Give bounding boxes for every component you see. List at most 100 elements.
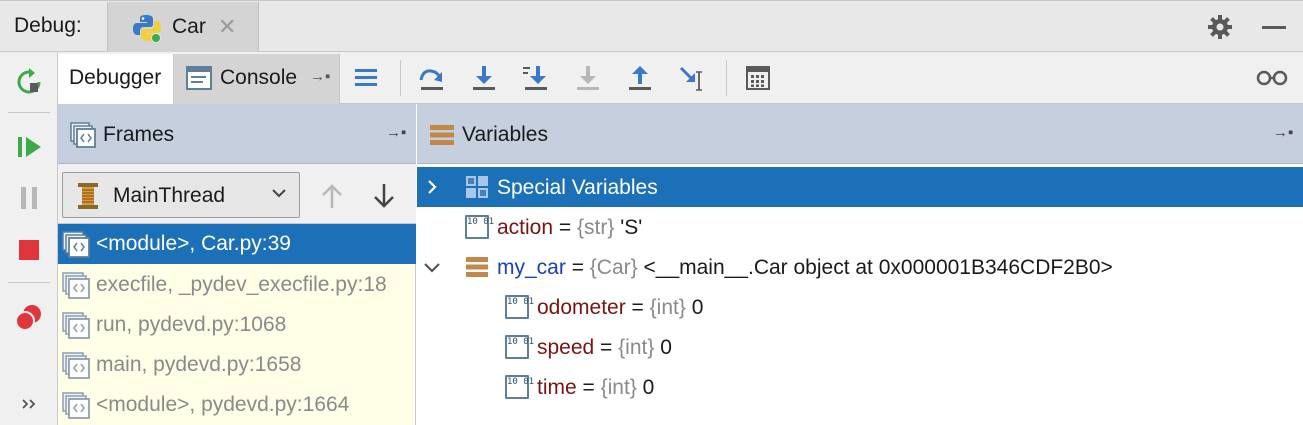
close-icon[interactable]: ✕ — [218, 14, 236, 40]
variables-header: Variables →▪ — [417, 104, 1303, 164]
frame-item[interactable]: run, pydevd.py:1068 — [58, 305, 416, 345]
variable-name: speed — [537, 336, 595, 359]
variable-name: action — [497, 216, 554, 239]
variable-row[interactable]: 10 01 speed = {int} 0 — [417, 327, 1303, 367]
step-out-icon — [629, 66, 651, 90]
resume-button[interactable] — [13, 131, 45, 163]
variable-value: 0 — [642, 376, 655, 399]
variable-type: {int} — [618, 336, 661, 359]
frames-header: Frames →▪ — [58, 104, 416, 164]
run-to-cursor-button[interactable] — [674, 60, 710, 96]
tab-console[interactable]: Console →▪ — [174, 54, 340, 104]
pin-tab-icon[interactable]: →▪ — [310, 68, 330, 85]
debugger-toolbar: Debugger Console →▪ — [58, 52, 1303, 104]
rerun-icon — [17, 68, 41, 94]
tab-debugger-label: Debugger — [69, 66, 162, 89]
minimize-icon[interactable] — [1262, 26, 1286, 29]
frame-item[interactable]: <module>, pydevd.py:1664 — [58, 385, 416, 425]
pause-button[interactable] — [13, 182, 45, 214]
variable-name: time — [537, 376, 577, 399]
console-icon — [186, 66, 212, 90]
frame-item[interactable]: <module>, Car.py:39 — [58, 224, 416, 264]
step-into-button[interactable] — [466, 60, 502, 96]
watches-icon — [1256, 70, 1288, 86]
step-out-button[interactable] — [622, 60, 658, 96]
resume-icon — [18, 137, 41, 157]
variable-type: {int} — [649, 296, 692, 319]
variable-row[interactable]: my_car = {Car} <__main__.Car object at 0… — [417, 247, 1303, 287]
variable-text: time = {int} 0 — [537, 376, 654, 400]
tab-debugger[interactable]: Debugger — [58, 54, 174, 104]
python-icon — [133, 15, 161, 43]
rerun-button[interactable] — [13, 66, 45, 98]
evaluate-expression-button[interactable] — [740, 60, 776, 96]
variable-row[interactable]: 10 01 action = {str} 'S' — [417, 207, 1303, 247]
debug-label: Debug: — [14, 14, 82, 37]
chevron-down-icon — [272, 189, 286, 198]
primitive-value-icon: 10 01 — [505, 335, 534, 359]
variable-type: {int} — [600, 376, 643, 399]
frames-panel: Frames →▪ MainThread <module>, Car.py:39… — [58, 104, 416, 425]
variable-value: 0 — [660, 336, 672, 359]
step-into-my-code-button[interactable] — [518, 60, 554, 96]
chevron-right-icon[interactable] — [423, 178, 441, 196]
variables-title: Variables — [462, 123, 548, 146]
step-over-button[interactable] — [414, 60, 450, 96]
variables-icon — [430, 125, 454, 145]
chevron-down-icon[interactable] — [423, 258, 441, 276]
watches-button[interactable] — [1254, 60, 1290, 96]
frame-label: <module>, pydevd.py:1664 — [96, 393, 350, 416]
toolbar-separator — [8, 282, 50, 283]
variable-row[interactable]: 10 01 time = {int} 0 — [417, 367, 1303, 407]
frame-icon — [62, 231, 90, 258]
toolbar-separator — [726, 60, 727, 96]
more-button[interactable] — [13, 388, 45, 420]
gear-icon[interactable] — [1207, 14, 1233, 40]
variables-panel: Variables →▪ Special Variables 10 01 act… — [417, 104, 1303, 425]
arrow-up-icon[interactable] — [320, 182, 344, 210]
special-variables-icon — [466, 176, 488, 198]
show-execution-point-icon — [355, 69, 377, 86]
arrow-down-icon[interactable] — [372, 182, 396, 210]
frames-title: Frames — [103, 123, 175, 146]
variable-eq: = — [576, 376, 601, 399]
pin-icon[interactable]: →▪ — [1273, 124, 1293, 141]
frame-icon — [62, 392, 90, 419]
variable-eq: = — [625, 296, 650, 319]
run-config-tab[interactable]: Car ✕ — [107, 2, 259, 52]
frame-item[interactable]: execfile, _pydev_execfile.py:18 — [58, 265, 416, 305]
view-breakpoints-button[interactable] — [13, 302, 45, 334]
step-into-my-code-icon — [523, 66, 547, 90]
frame-label: run, pydevd.py:1068 — [96, 313, 287, 336]
step-over-icon — [419, 69, 443, 90]
variable-value: 'S' — [620, 216, 643, 239]
variable-eq: = — [553, 216, 577, 239]
variable-text: odometer = {int} 0 — [537, 296, 703, 320]
run-config-tab-label: Car — [172, 15, 206, 38]
show-execution-point-button[interactable] — [348, 60, 384, 96]
force-step-into-icon — [577, 66, 599, 90]
view-breakpoints-icon — [15, 305, 41, 331]
evaluate-expression-icon — [746, 66, 770, 90]
frame-item[interactable]: main, pydevd.py:1658 — [58, 345, 416, 385]
tab-console-label: Console — [220, 66, 298, 89]
force-step-into-button[interactable] — [570, 60, 606, 96]
step-into-icon — [473, 66, 495, 90]
frame-label: <module>, Car.py:39 — [96, 232, 291, 255]
thread-selector-row: MainThread — [58, 164, 416, 224]
stop-button[interactable] — [13, 234, 45, 266]
variable-text: Special Variables — [497, 176, 658, 200]
variable-value: <__main__.Car object at 0x000001B346CDF2… — [643, 256, 1113, 279]
toolbar-separator — [8, 112, 50, 113]
thread-dropdown[interactable]: MainThread — [62, 172, 300, 218]
stop-icon — [19, 240, 39, 260]
thread-name: MainThread — [113, 184, 226, 207]
variable-name: odometer — [537, 296, 626, 319]
variable-row[interactable]: 10 01 odometer = {int} 0 — [417, 287, 1303, 327]
variable-eq: = — [565, 256, 590, 279]
variable-type: {str} — [576, 216, 621, 239]
variable-text: action = {str} 'S' — [497, 216, 642, 240]
pin-icon[interactable]: →▪ — [386, 124, 406, 141]
variable-text: speed = {int} 0 — [537, 336, 672, 360]
variable-row[interactable]: Special Variables — [417, 167, 1303, 207]
